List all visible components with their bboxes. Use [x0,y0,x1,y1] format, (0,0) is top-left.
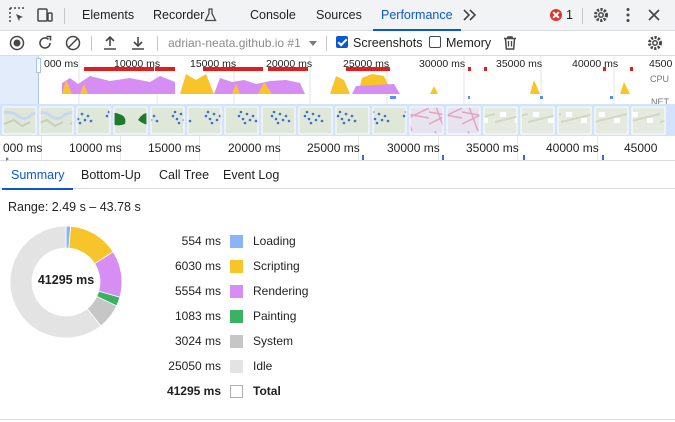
toolbar-divider [157,36,158,51]
screenshots-label[interactable]: Screenshots [353,36,422,50]
settings-gear-icon[interactable] [592,6,610,24]
dropdown-arrow-icon[interactable] [309,41,317,46]
chevron-double-right-icon[interactable] [462,8,478,22]
tab-console[interactable]: Console [250,0,296,30]
toolbar-divider [64,8,65,24]
legend-label: System [253,334,294,348]
overview-tick-label: 40000 ms [572,58,619,70]
legend-swatch [230,335,243,348]
tab-event-log[interactable]: Event Log [223,161,279,189]
legend-label: Total [253,384,281,398]
toolbar-divider [582,8,583,24]
legend-label: Idle [253,359,273,373]
legend-swatch [230,260,243,273]
selection-left-handle[interactable] [36,58,41,73]
overview-tick-label: 20000 ms [266,58,313,70]
download-icon[interactable] [129,34,147,52]
overview-tick-label: 35000 ms [496,58,543,70]
donut-total-label: 41295 ms [37,273,95,287]
ruler-tick-label: 40000 ms [546,141,599,155]
memory-checkbox[interactable] [429,36,441,48]
legend-label: Scripting [253,259,300,273]
ruler-tick-label: 10000 ms [69,141,122,155]
kebab-menu-icon[interactable] [619,6,637,24]
summary-range: Range: 2.49 s – 43.78 s [8,200,141,214]
legend-swatch [230,235,243,248]
tab-summary[interactable]: Summary [1,161,75,190]
panel-bottom-border [0,419,675,420]
legend-swatch [230,360,243,373]
overview-tick-label: 4500 [649,58,673,70]
overview-tick-label: 25000 ms [343,58,390,70]
devtools-tab-bar: Elements Recorder Console Sources Perfor… [0,0,675,31]
details-tab-bar: Summary Bottom-Up Call Tree Event Log [0,161,675,190]
timeline-ruler[interactable]: 000 ms 10000 ms 15000 ms 20000 ms 25000 … [0,136,675,161]
flask-icon [204,8,217,22]
performance-toolbar: adrian-neata.github.io #1 Screenshots Me… [0,31,675,56]
tab-call-tree[interactable]: Call Tree [159,161,209,189]
legend-label: Loading [253,234,296,248]
screenshot-frames[interactable] [0,104,675,136]
legend-swatch-total [230,385,243,398]
legend-label: Painting [253,309,297,323]
cpu-label: CPU [649,74,669,84]
screenshots-filmstrip [0,104,675,136]
ruler-tick-label: 45000 [624,141,658,155]
ruler-tick-label: 15000 ms [148,141,201,155]
toolbar-divider [91,36,92,51]
legend-value: 1083 ms [174,309,221,323]
ruler-tick-label: 30000 ms [387,141,440,155]
capture-settings-gear-icon[interactable] [646,34,664,52]
legend-value: 3024 ms [174,334,221,348]
ruler-tick-label: 20000 ms [228,141,281,155]
memory-label[interactable]: Memory [446,36,491,50]
legend-value: 554 ms [181,234,221,248]
legend-swatch [230,285,243,298]
tab-sources[interactable]: Sources [316,0,362,30]
recording-select[interactable]: adrian-neata.github.io #1 [168,36,301,50]
legend-value: 6030 ms [174,259,221,273]
overview-tick-label: 30000 ms [419,58,466,70]
legend-swatch [230,310,243,323]
tab-elements[interactable]: Elements [82,0,134,30]
ruler-tick-label: 25000 ms [307,141,360,155]
select-element-icon[interactable] [8,6,26,24]
ruler-tick-label: 000 ms [3,141,43,155]
ruler-tick-label: 35000 ms [466,141,519,155]
record-icon[interactable] [8,34,26,52]
toolbar-divider [326,36,327,51]
trash-icon[interactable] [501,34,519,52]
screenshots-checkbox[interactable] [336,36,348,48]
timeline-overview[interactable]: 000 ms 10000 ms 15000 ms 20000 ms 25000 … [0,56,675,107]
upload-icon[interactable] [101,34,119,52]
tab-recorder[interactable]: Recorder [153,0,204,30]
legend-label: Rendering [253,284,309,298]
overview-tick-label: 000 ms [44,58,79,70]
reload-record-icon[interactable] [36,34,54,52]
legend-value: 5554 ms [174,284,221,298]
legend-value: 25050 ms [168,359,221,373]
tab-bottom-up[interactable]: Bottom-Up [81,161,141,189]
error-icon[interactable] [550,9,562,21]
legend-value: 41295 ms [166,384,221,398]
error-count[interactable]: 1 [566,8,573,22]
overview-tick-label: 10000 ms [114,58,161,70]
close-icon[interactable] [645,6,663,24]
clear-icon[interactable] [64,34,82,52]
device-toolbar-icon[interactable] [36,6,54,24]
tab-performance[interactable]: Performance [373,0,461,31]
overview-tick-label: 15000 ms [190,58,237,70]
